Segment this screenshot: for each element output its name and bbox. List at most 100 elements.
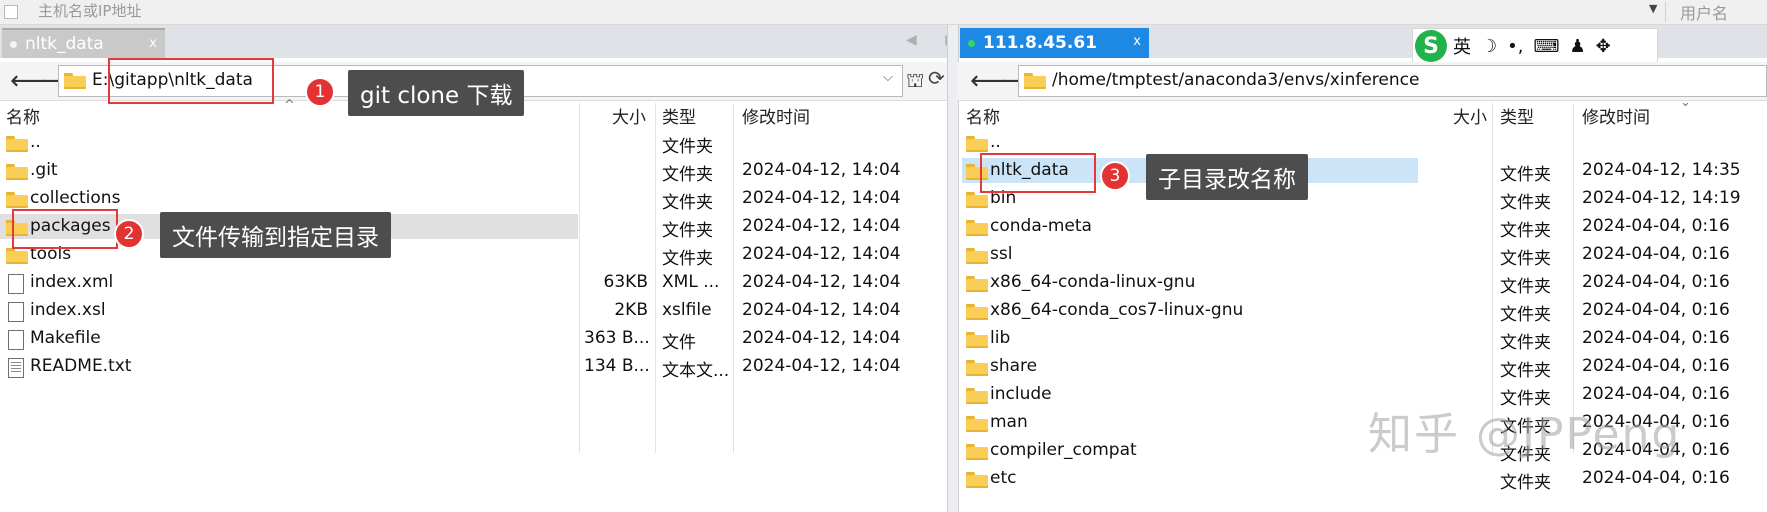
folder-icon [966,472,988,488]
folder-icon [1024,73,1046,89]
tab-local-nltk-data[interactable]: nltk_data x [2,28,165,58]
file-name: index.xml [30,272,114,292]
file-name: etc [990,468,1017,488]
tab-label: 111.8.45.61 [983,33,1098,53]
annotation-box-path [108,58,274,104]
sort-asc-icon: ^ [284,98,295,113]
host-input[interactable]: 主机名或IP地址 [38,0,141,21]
file-type: 文件夹 [1500,333,1551,353]
file-modified: 2024-04-12, 14:04 [742,356,901,376]
file-type: 文件夹 [662,193,713,213]
tab-status-dot [968,39,975,47]
list-item[interactable]: index.xml 63KB XML ... 2024-04-12, 14:04 [0,272,940,297]
connection-bar: 主机名或IP地址 ▼ 用户名 [0,0,1767,25]
list-item[interactable]: .git 文件夹 2024-04-12, 14:04 [0,160,940,185]
file-type: 文件夹 [662,221,713,241]
keyboard-icon[interactable]: ⌨ [1533,36,1559,57]
tab-label: nltk_data [25,34,104,54]
file-type: 文件夹 [1500,221,1551,241]
file-icon [8,302,24,322]
annotation-badge-1: 1 [305,77,335,107]
file-type: XML ... [662,272,720,292]
close-icon[interactable]: x [149,36,157,51]
host-icon [4,5,18,19]
file-type: xslfile [662,300,712,320]
list-item[interactable]: lib 文件夹 2024-04-04, 0:16 [958,328,1767,353]
list-item[interactable]: .. 文件夹 [0,132,940,157]
folder-icon [6,248,28,264]
column-header-name[interactable]: 名称 [6,103,40,128]
file-modified: 2024-04-04, 0:16 [1582,328,1730,348]
list-item[interactable]: index.xsl 2KB xslfile 2024-04-12, 14:04 [0,300,940,325]
file-icon [8,274,24,294]
close-icon[interactable]: x [1133,34,1141,49]
text-file-icon [8,358,24,378]
file-modified: 2024-04-04, 0:16 [1582,216,1730,236]
file-name: README.txt [30,356,132,376]
file-name: compiler_compat [990,440,1137,460]
watermark: 知乎 @JPPeng [1368,409,1682,460]
file-type: 文件夹 [1500,193,1551,213]
file-modified: 2024-04-12, 14:04 [742,216,901,236]
tab-remote-host[interactable]: 111.8.45.61 x [960,28,1149,58]
file-name: conda-meta [990,216,1092,236]
grid-icon[interactable]: ✥ [1596,36,1611,57]
column-header-modified[interactable]: 修改时间 [1582,103,1650,128]
list-item[interactable]: Makefile 363 B... 文件 2024-04-12, 14:04 [0,328,940,353]
file-modified: 2024-04-04, 0:16 [1582,468,1730,488]
column-header-type[interactable]: 类型 [1500,103,1534,128]
annotation-box-packages [12,209,118,249]
file-type: 文件夹 [662,137,713,157]
column-header-modified[interactable]: 修改时间 [742,103,810,128]
right-path-text: /home/tmptest/anaconda3/envs/xinference [1052,70,1420,90]
file-name: include [990,384,1052,404]
column-header-name[interactable]: 名称 [966,103,1000,128]
file-name: .git [30,160,58,180]
file-modified: 2024-04-04, 0:16 [1582,272,1730,292]
annotation-badge-3: 3 [1100,161,1130,191]
list-item[interactable]: etc 文件夹 2024-04-04, 0:16 [958,468,1767,493]
punctuation-icon[interactable]: •, [1507,36,1523,57]
folder-icon [966,332,988,348]
list-item[interactable]: conda-meta 文件夹 2024-04-04, 0:16 [958,216,1767,241]
file-modified: 2024-04-04, 0:16 [1582,300,1730,320]
column-header-type[interactable]: 类型 [662,103,696,128]
folder-icon [966,304,988,320]
file-name: lib [990,328,1011,348]
list-item[interactable]: share 文件夹 2024-04-04, 0:16 [958,356,1767,381]
file-name: x86_64-conda-linux-gnu [990,272,1196,292]
chevron-down-icon[interactable]: ⌵ [883,70,893,85]
list-item[interactable]: x86_64-conda_cos7-linux-gnu 文件夹 2024-04-… [958,300,1767,325]
file-name: collections [30,188,121,208]
file-modified: 2024-04-12, 14:04 [742,244,901,264]
host-dropdown-icon[interactable]: ▼ [1649,2,1657,15]
file-name: .. [30,132,41,152]
list-item[interactable]: collections 文件夹 2024-04-12, 14:04 [0,188,940,213]
ime-toolbar[interactable]: S 英 ☽ •, ⌨ ♟ ✥ [1412,28,1658,64]
list-item[interactable]: x86_64-conda-linux-gnu 文件夹 2024-04-04, 0… [958,272,1767,297]
user-icon[interactable]: ♟ [1569,36,1585,57]
file-modified: 2024-04-04, 0:16 [1582,244,1730,264]
list-item[interactable]: README.txt 134 B... 文本文... 2024-04-12, 1… [0,356,940,381]
ime-logo: S [1415,30,1447,62]
folder-icon [6,136,28,152]
username-input[interactable]: 用户名 [1680,0,1728,24]
moon-icon[interactable]: ☽ [1481,36,1497,57]
file-size: 2KB [614,300,648,320]
column-header-size[interactable]: 大小 [1453,103,1487,128]
ime-lang-toggle[interactable]: 英 [1453,33,1471,59]
folder-icon [966,360,988,376]
refresh-icon[interactable]: ⟳ [928,66,945,90]
file-type: 文件夹 [1500,277,1551,297]
folder-up-icon[interactable]: ⛫ [906,68,924,95]
file-icon [8,330,24,350]
column-header-size[interactable]: 大小 [612,103,646,128]
file-size: 134 B... [584,356,650,376]
folder-icon [966,416,988,432]
list-item[interactable]: tools 文件夹 2024-04-12, 14:04 [0,244,940,269]
file-type: 文件夹 [1500,249,1551,269]
file-modified: 2024-04-12, 14:04 [742,300,901,320]
list-item[interactable]: ssl 文件夹 2024-04-04, 0:16 [958,244,1767,269]
folder-icon [966,136,988,152]
file-type: 文件夹 [1500,165,1551,185]
